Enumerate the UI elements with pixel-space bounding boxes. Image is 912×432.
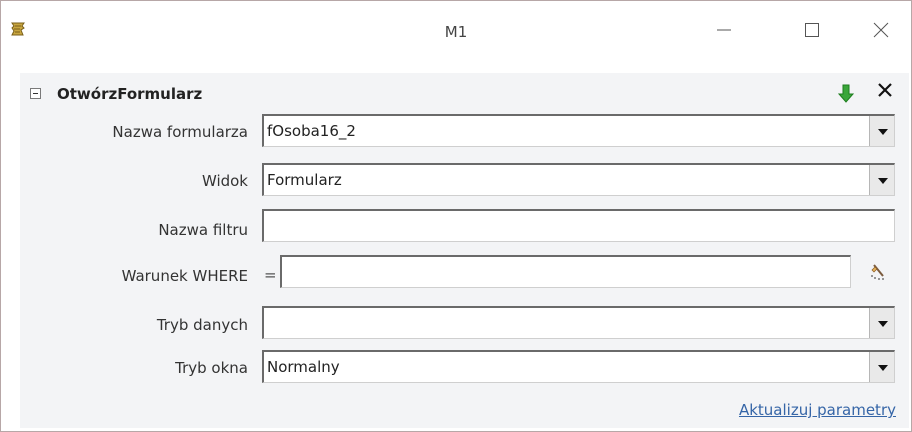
close-icon	[873, 22, 889, 38]
where-condition-input[interactable]	[280, 255, 851, 288]
where-condition-label: Warunek WHERE	[121, 267, 248, 285]
window-mode-combo[interactable]: Normalny	[262, 350, 895, 383]
form-name-combo[interactable]: fOsoba16_2	[262, 114, 895, 147]
view-value: Formularz	[267, 171, 342, 189]
minimize-icon	[717, 29, 731, 31]
maximize-icon	[805, 23, 819, 37]
macro-window: M1 OtwórzFormularz Nazwa formularza fOso…	[0, 0, 912, 432]
data-mode-label: Tryb danych	[156, 316, 248, 334]
chevron-down-icon[interactable]	[869, 165, 894, 195]
window-mode-label: Tryb okna	[175, 359, 248, 377]
window-mode-value: Normalny	[267, 358, 340, 376]
title-bar[interactable]: M1	[1, 1, 911, 51]
action-name[interactable]: OtwórzFormularz	[57, 85, 202, 103]
green-down-arrow-icon[interactable]	[838, 84, 854, 104]
chevron-down-icon[interactable]	[869, 352, 894, 382]
data-mode-combo[interactable]	[262, 306, 895, 339]
view-combo[interactable]: Formularz	[262, 163, 895, 196]
maximize-button[interactable]	[790, 13, 834, 47]
form-name-label: Nazwa formularza	[112, 123, 248, 141]
macro-action-panel: OtwórzFormularz Nazwa formularza fOsoba1…	[20, 73, 909, 428]
close-button[interactable]	[859, 13, 903, 47]
builder-wand-icon[interactable]	[869, 263, 887, 281]
minus-box-icon[interactable]	[30, 88, 41, 99]
form-name-value: fOsoba16_2	[267, 122, 356, 140]
window-title: M1	[444, 23, 468, 41]
x-icon[interactable]	[877, 82, 893, 98]
filter-name-input[interactable]	[262, 209, 895, 242]
minimize-button[interactable]	[702, 13, 746, 47]
chevron-down-icon[interactable]	[869, 116, 894, 146]
view-label: Widok	[201, 172, 248, 190]
chevron-down-icon[interactable]	[869, 308, 894, 338]
where-equals-sign: =	[264, 266, 277, 284]
update-parameters-link[interactable]: Aktualizuj parametry	[739, 401, 896, 419]
filter-name-label: Nazwa filtru	[158, 221, 248, 239]
